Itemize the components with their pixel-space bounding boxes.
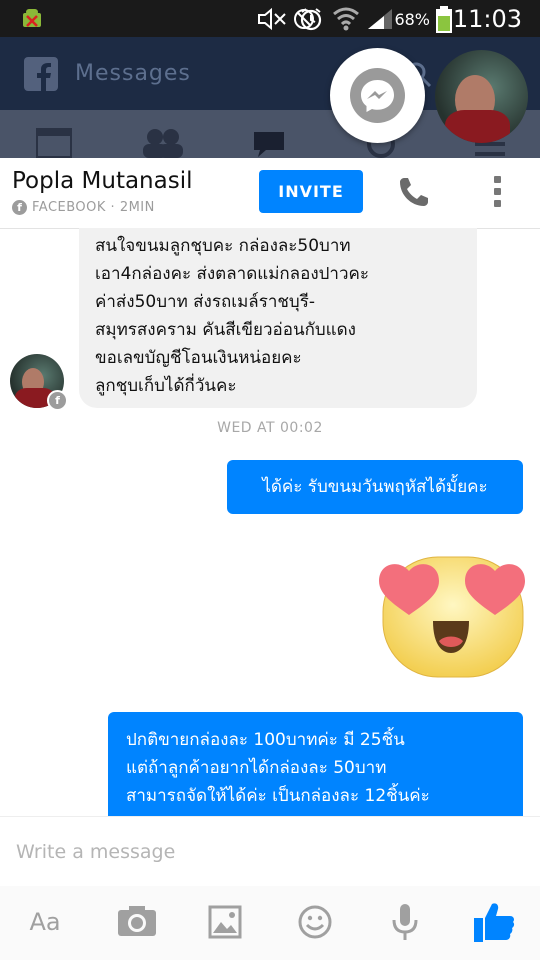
message-composer[interactable]: Write a message [0,816,540,887]
like-icon[interactable] [470,900,518,944]
camera-icon[interactable] [113,900,161,944]
emoji-icon[interactable] [291,900,339,944]
android-debug-icon [23,9,41,27]
signal-icon [368,9,392,29]
messenger-chat-head[interactable] [330,48,425,143]
heart-eyes-sticker [379,556,525,678]
messages-icon[interactable] [252,130,286,158]
contact-name: Popla Mutanasil [12,168,193,194]
message-timestamp: WED AT 00:02 [217,420,323,436]
message-line: สมุทรสงคราม คันสีเขียวอ่อนกับแดง [95,320,356,340]
news-feed-icon[interactable] [36,128,72,158]
wifi-icon [333,7,359,31]
phone-icon[interactable] [396,174,432,210]
status-bar: 68% 11:03 [0,0,540,37]
text-icon[interactable]: Aa [21,900,69,944]
message-line: สามารถจัดให้ได้ค่ะ เป็นกล่องละ 12ชิ้นค่ะ [126,786,430,806]
message-line: ขอเลขบัญชีโอนเงินหน่อยคะ [95,348,302,368]
mute-icon [258,7,286,31]
facebook-messages-title: Messages [75,61,191,86]
contact-source: FACEBOOK · 2MIN [32,200,155,215]
microphone-icon[interactable] [381,900,429,944]
contact-chat-head-avatar[interactable] [435,50,528,143]
alarm-icon [300,8,322,31]
invite-button[interactable]: INVITE [259,170,363,213]
battery-icon [436,6,452,33]
avatar-shirt [445,110,510,143]
composer-toolbar: Aa [0,886,540,960]
message-line: ลูกชุบเก็บได้กี่วันคะ [95,376,237,396]
message-line: แต่ถ้าลูกค้าอยากได้กล่องละ 50บาท [126,758,387,778]
incoming-message-bubble: สนใจขนมลูกชุบคะ กล่องละ50บาท เอา4กล่องคะ… [79,228,477,408]
facebook-small-icon: f [12,200,27,215]
facebook-logo-icon[interactable] [24,57,58,91]
friends-icon[interactable] [141,128,185,158]
messenger-icon [350,68,405,123]
message-line: ปกติขายกล่องละ 100บาทค่ะ มี 25ชิ้น [126,730,405,750]
outgoing-message-bubble: ได้ค่ะ รับขนมวันพฤหัสได้มั้ยคะ [227,460,523,514]
outgoing-message-bubble-2: ปกติขายกล่องละ 100บาทค่ะ มี 25ชิ้น แต่ถ้… [108,712,523,816]
chat-header: Popla Mutanasil f FACEBOOK · 2MIN INVITE [0,158,540,229]
clock: 11:03 [452,5,522,33]
battery-percent: 68% [394,10,430,29]
sender-facebook-badge-icon: f [47,390,68,411]
message-input-placeholder[interactable]: Write a message [16,841,175,863]
message-line: ค่าส่ง50บาท ส่งรถเมล์ราชบุรี- [95,292,315,312]
chat-panel: Popla Mutanasil f FACEBOOK · 2MIN INVITE… [0,158,540,960]
message-line: สนใจขนมลูกชุบคะ กล่องละ50บาท [95,236,351,256]
message-line: เอา4กล่องคะ ส่งตลาดแม่กลองปาวคะ [95,264,370,284]
overflow-menu-icon[interactable] [490,176,504,210]
gallery-icon[interactable] [201,900,249,944]
